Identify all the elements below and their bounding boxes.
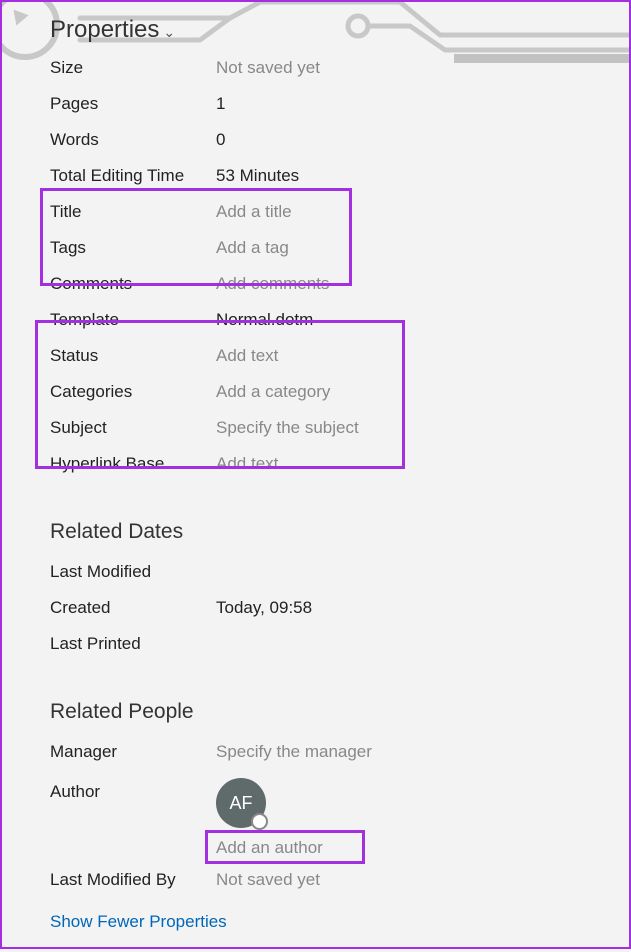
avatar[interactable]: AF — [216, 778, 266, 828]
show-fewer-properties-link[interactable]: Show Fewer Properties — [50, 912, 581, 932]
created-label: Created — [50, 598, 216, 618]
property-row-words: Words 0 — [50, 130, 581, 154]
property-row-author: Author AF Add an author — [50, 778, 581, 858]
chevron-down-icon: ⌄ — [163, 24, 175, 41]
template-label: Template — [50, 310, 216, 330]
hyperlink-base-input[interactable]: Add text — [216, 454, 278, 474]
size-value: Not saved yet — [216, 58, 320, 78]
property-row-categories: Categories Add a category — [50, 382, 581, 406]
add-author-input[interactable]: Add an author — [216, 838, 323, 858]
manager-input[interactable]: Specify the manager — [216, 742, 372, 762]
hyperlink-base-label: Hyperlink Base — [50, 454, 216, 474]
template-value: Normal.dotm — [216, 310, 313, 330]
subject-label: Subject — [50, 418, 216, 438]
panel-title-text: Properties — [50, 16, 159, 44]
author-label: Author — [50, 778, 216, 802]
title-label: Title — [50, 202, 216, 222]
presence-badge-icon — [251, 813, 268, 830]
property-row-editing-time: Total Editing Time 53 Minutes — [50, 166, 581, 190]
manager-label: Manager — [50, 742, 216, 762]
size-label: Size — [50, 58, 216, 78]
editing-time-value: 53 Minutes — [216, 166, 299, 186]
property-row-template: Template Normal.dotm — [50, 310, 581, 334]
status-label: Status — [50, 346, 216, 366]
subject-input[interactable]: Specify the subject — [216, 418, 359, 438]
property-row-title: Title Add a title — [50, 202, 581, 226]
property-row-hyperlink-base: Hyperlink Base Add text — [50, 454, 581, 478]
comments-input[interactable]: Add comments — [216, 274, 329, 294]
property-row-comments: Comments Add comments — [50, 274, 581, 298]
related-dates-heading: Related Dates — [50, 520, 581, 544]
tags-input[interactable]: Add a tag — [216, 238, 289, 258]
property-row-pages: Pages 1 — [50, 94, 581, 118]
related-people-heading: Related People — [50, 700, 581, 724]
title-input[interactable]: Add a title — [216, 202, 292, 222]
words-label: Words — [50, 130, 216, 150]
created-value: Today, 09:58 — [216, 598, 312, 618]
property-row-status: Status Add text — [50, 346, 581, 370]
property-row-manager: Manager Specify the manager — [50, 742, 581, 766]
categories-label: Categories — [50, 382, 216, 402]
status-input[interactable]: Add text — [216, 346, 278, 366]
editing-time-label: Total Editing Time — [50, 166, 216, 186]
property-row-subject: Subject Specify the subject — [50, 418, 581, 442]
comments-label: Comments — [50, 274, 216, 294]
property-row-last-printed: Last Printed — [50, 634, 581, 658]
property-row-last-modified: Last Modified — [50, 562, 581, 586]
tags-label: Tags — [50, 238, 216, 258]
last-modified-by-label: Last Modified By — [50, 870, 216, 890]
last-modified-label: Last Modified — [50, 562, 216, 582]
pages-value: 1 — [216, 94, 225, 114]
properties-dropdown[interactable]: Properties ⌄ — [50, 16, 581, 44]
property-row-last-modified-by: Last Modified By Not saved yet — [50, 870, 581, 894]
pages-label: Pages — [50, 94, 216, 114]
property-row-tags: Tags Add a tag — [50, 238, 581, 262]
property-row-created: Created Today, 09:58 — [50, 598, 581, 622]
property-row-size: Size Not saved yet — [50, 58, 581, 82]
last-printed-label: Last Printed — [50, 634, 216, 654]
words-value: 0 — [216, 130, 225, 150]
last-modified-by-value: Not saved yet — [216, 870, 320, 890]
categories-input[interactable]: Add a category — [216, 382, 330, 402]
avatar-initials: AF — [229, 793, 252, 814]
